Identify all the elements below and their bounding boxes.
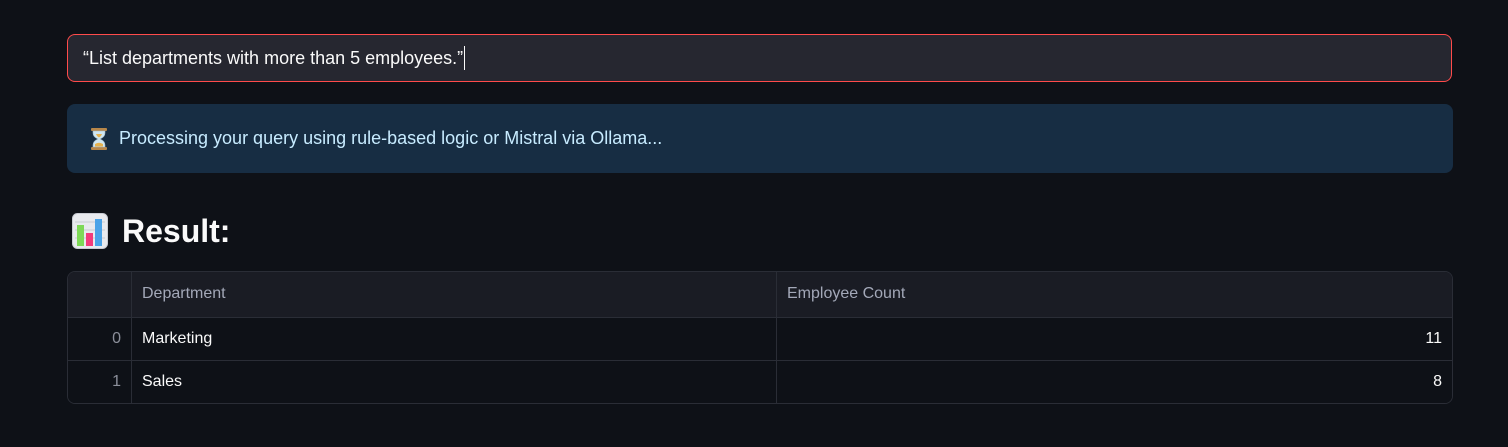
table-header-row: Department Employee Count	[68, 272, 1452, 318]
info-alert: Processing your query using rule-based l…	[67, 104, 1453, 173]
app-page: “List departments with more than 5 emplo…	[0, 0, 1508, 447]
text-caret	[464, 46, 466, 70]
employee-count-cell[interactable]: 11	[776, 317, 1452, 361]
query-input-value: “List departments with more than 5 emplo…	[83, 47, 464, 68]
hourglass-icon	[89, 127, 109, 150]
department-cell[interactable]: Sales	[131, 360, 777, 403]
table-row: 1 Sales 8	[68, 360, 1452, 403]
column-header-department[interactable]: Department	[131, 272, 777, 318]
column-header-employee-count[interactable]: Employee Count	[776, 272, 1452, 318]
result-table[interactable]: Department Employee Count 0 Marketing 11…	[67, 271, 1453, 404]
info-message: Processing your query using rule-based l…	[119, 128, 663, 148]
row-index: 1	[68, 360, 132, 403]
row-index: 0	[68, 317, 132, 361]
result-title: Result:	[122, 212, 231, 249]
department-cell[interactable]: Marketing	[131, 317, 777, 361]
bar-chart-icon	[72, 213, 108, 249]
employee-count-cell[interactable]: 8	[777, 360, 1453, 403]
result-heading: Result:	[72, 208, 230, 254]
query-input[interactable]: “List departments with more than 5 emplo…	[67, 34, 1452, 82]
column-header-index[interactable]	[68, 272, 132, 318]
table-row: 0 Marketing 11	[68, 317, 1452, 361]
